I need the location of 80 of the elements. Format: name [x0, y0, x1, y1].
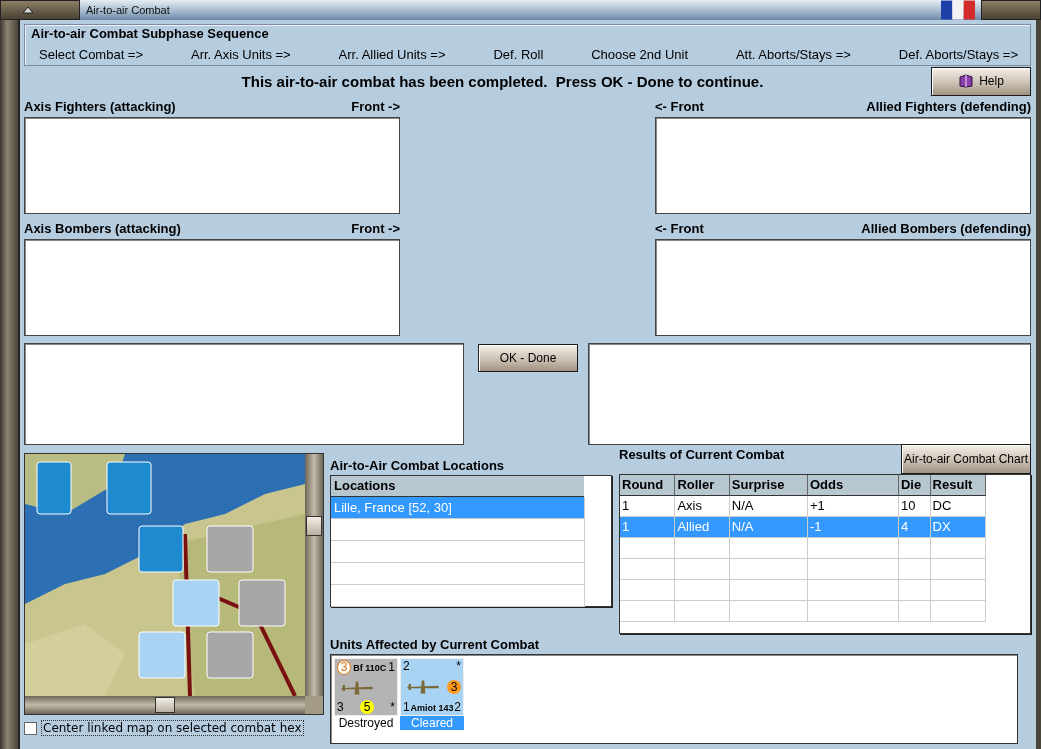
panel-label: Front -> — [351, 221, 400, 236]
column-header[interactable]: Odds — [807, 475, 899, 496]
counter-value: 1 — [403, 701, 410, 714]
column-header[interactable]: Surprise — [729, 475, 808, 496]
empty-cell — [620, 580, 676, 601]
phase-step: Def. Roll — [493, 47, 544, 62]
table-cell: 1 — [620, 517, 676, 538]
unit-name: Amiot 143 — [410, 702, 454, 713]
unit-status[interactable]: Destroyed — [334, 716, 398, 730]
group-title: Air-to-air Combat Subphase Sequence — [31, 26, 269, 41]
scroll-thumb[interactable] — [306, 516, 322, 536]
unit-name: Bf 110C — [353, 662, 387, 673]
phase-step: Arr. Allied Units => — [338, 47, 446, 62]
horizontal-scrollbar[interactable] — [25, 696, 305, 714]
checkbox[interactable] — [24, 721, 37, 735]
counter-value: * — [390, 700, 395, 714]
ok-done-button[interactable]: OK - Done — [478, 344, 578, 372]
help-button[interactable]: Help — [931, 66, 1031, 96]
column-header[interactable]: Locations — [331, 476, 584, 497]
empty-cell — [930, 601, 986, 622]
scroll-thumb[interactable] — [155, 697, 175, 713]
book-icon — [958, 74, 975, 88]
phase-step: Att. Aborts/Stays => — [735, 47, 851, 62]
combat-chart-button[interactable]: Air-to-air Combat Chart — [901, 444, 1031, 474]
window-button[interactable] — [981, 0, 1041, 20]
empty-cell — [930, 580, 986, 601]
empty-cell — [898, 601, 931, 622]
empty-cell — [675, 538, 730, 559]
column-header[interactable]: Roller — [675, 475, 730, 496]
section-title: Units Affected by Current Combat — [330, 635, 539, 654]
table-cell: N/A — [729, 517, 808, 538]
empty-cell — [930, 538, 986, 559]
counter-value: 2 — [403, 660, 410, 673]
empty-cell — [620, 601, 676, 622]
empty-cell — [675, 559, 730, 580]
empty-cell — [898, 538, 931, 559]
empty-cell — [898, 580, 931, 601]
section-title: Results of Current Combat — [619, 445, 785, 464]
column-header[interactable]: Round — [620, 475, 676, 496]
table-cell: Allied — [675, 517, 730, 538]
panel-label: Front -> — [351, 99, 400, 114]
panel-label: <- Front — [655, 221, 704, 236]
panel-label: Allied Bombers (defending) — [861, 221, 1031, 236]
counter-badge: 3 — [447, 680, 461, 694]
unit-counter[interactable]: 2 * 3 1 Amiot 143 2 — [400, 658, 464, 716]
phase-step: Choose 2nd Unit — [591, 47, 689, 62]
section-title: Air-to-Air Combat Locations — [330, 456, 505, 475]
column-header[interactable]: Die — [898, 475, 931, 496]
phase-step: Select Combat => — [39, 47, 144, 62]
table-cell: 4 — [898, 517, 931, 538]
empty-cell — [620, 538, 676, 559]
counter-value: 2 — [454, 701, 461, 714]
panel-label: Allied Fighters (defending) — [866, 99, 1031, 114]
panel-label: Axis Fighters (attacking) — [24, 99, 176, 114]
phase-step: Def. Aborts/Stays => — [898, 47, 1018, 62]
phase-step: Arr. Axis Units => — [190, 47, 291, 62]
counter-value: 3 — [337, 700, 344, 714]
counter-value: * — [456, 660, 461, 673]
counter-value: 1 — [388, 661, 395, 674]
status-message: This air-to-air combat has been completed. Press OK - Done to continue. — [240, 72, 765, 90]
empty-cell — [898, 559, 931, 580]
empty-cell — [675, 580, 730, 601]
table-cell: -1 — [807, 517, 899, 538]
table-cell: DX — [930, 517, 986, 538]
checkbox-label[interactable]: Center linked map on selected combat hex — [41, 720, 304, 736]
empty-cell — [930, 559, 986, 580]
scrollbar-corner — [305, 696, 323, 714]
vertical-scrollbar[interactable] — [305, 454, 323, 696]
flag-icon — [941, 0, 975, 20]
empty-cell — [620, 559, 676, 580]
counter-value: 3 — [337, 660, 351, 675]
panel-label: <- Front — [655, 99, 704, 114]
caret-icon — [21, 5, 35, 15]
counter-badge: 5 — [360, 700, 374, 714]
unit-counter[interactable]: 3 Bf 110C 1 3 5 * — [334, 658, 398, 716]
empty-cell — [675, 601, 730, 622]
panel-label: Axis Bombers (attacking) — [24, 221, 181, 236]
column-header[interactable]: Result — [930, 475, 986, 496]
window-title: Air-to-air Combat — [86, 4, 171, 16]
window-menu-button[interactable] — [0, 0, 80, 20]
